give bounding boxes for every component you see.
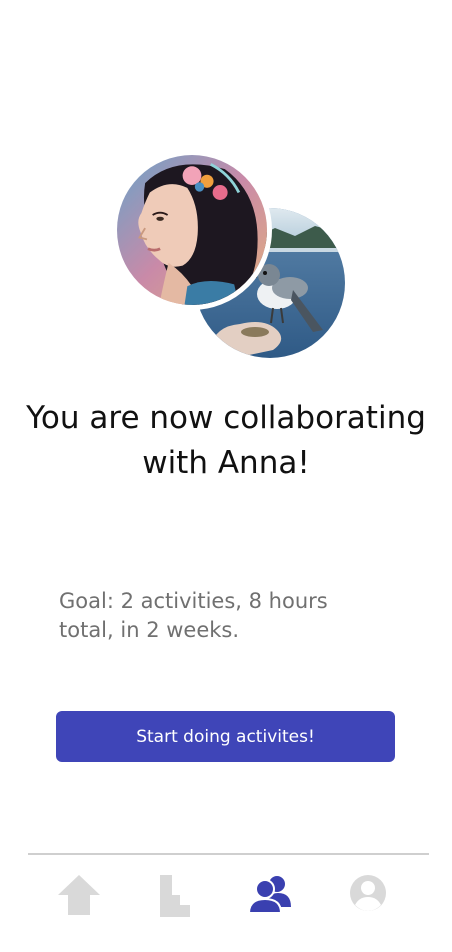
headline: You are now collaborating with Anna!	[26, 400, 426, 481]
home-icon	[58, 875, 100, 915]
nav-collaborators-button[interactable]	[245, 871, 295, 921]
nav-stats-button[interactable]	[150, 871, 200, 921]
nav-home-button[interactable]	[54, 871, 104, 921]
start-activities-button[interactable]: Start doing activites!	[56, 711, 395, 762]
nav-profile-button[interactable]	[343, 871, 393, 921]
profile-icon	[350, 875, 386, 911]
collaborators-icon	[247, 876, 291, 914]
goal-text: Goal: 2 activities, 8 hours total, in 2 …	[59, 589, 328, 642]
stats-icon	[160, 875, 190, 917]
bottom-nav	[0, 855, 452, 952]
woman-portrait-avatar	[112, 150, 272, 310]
